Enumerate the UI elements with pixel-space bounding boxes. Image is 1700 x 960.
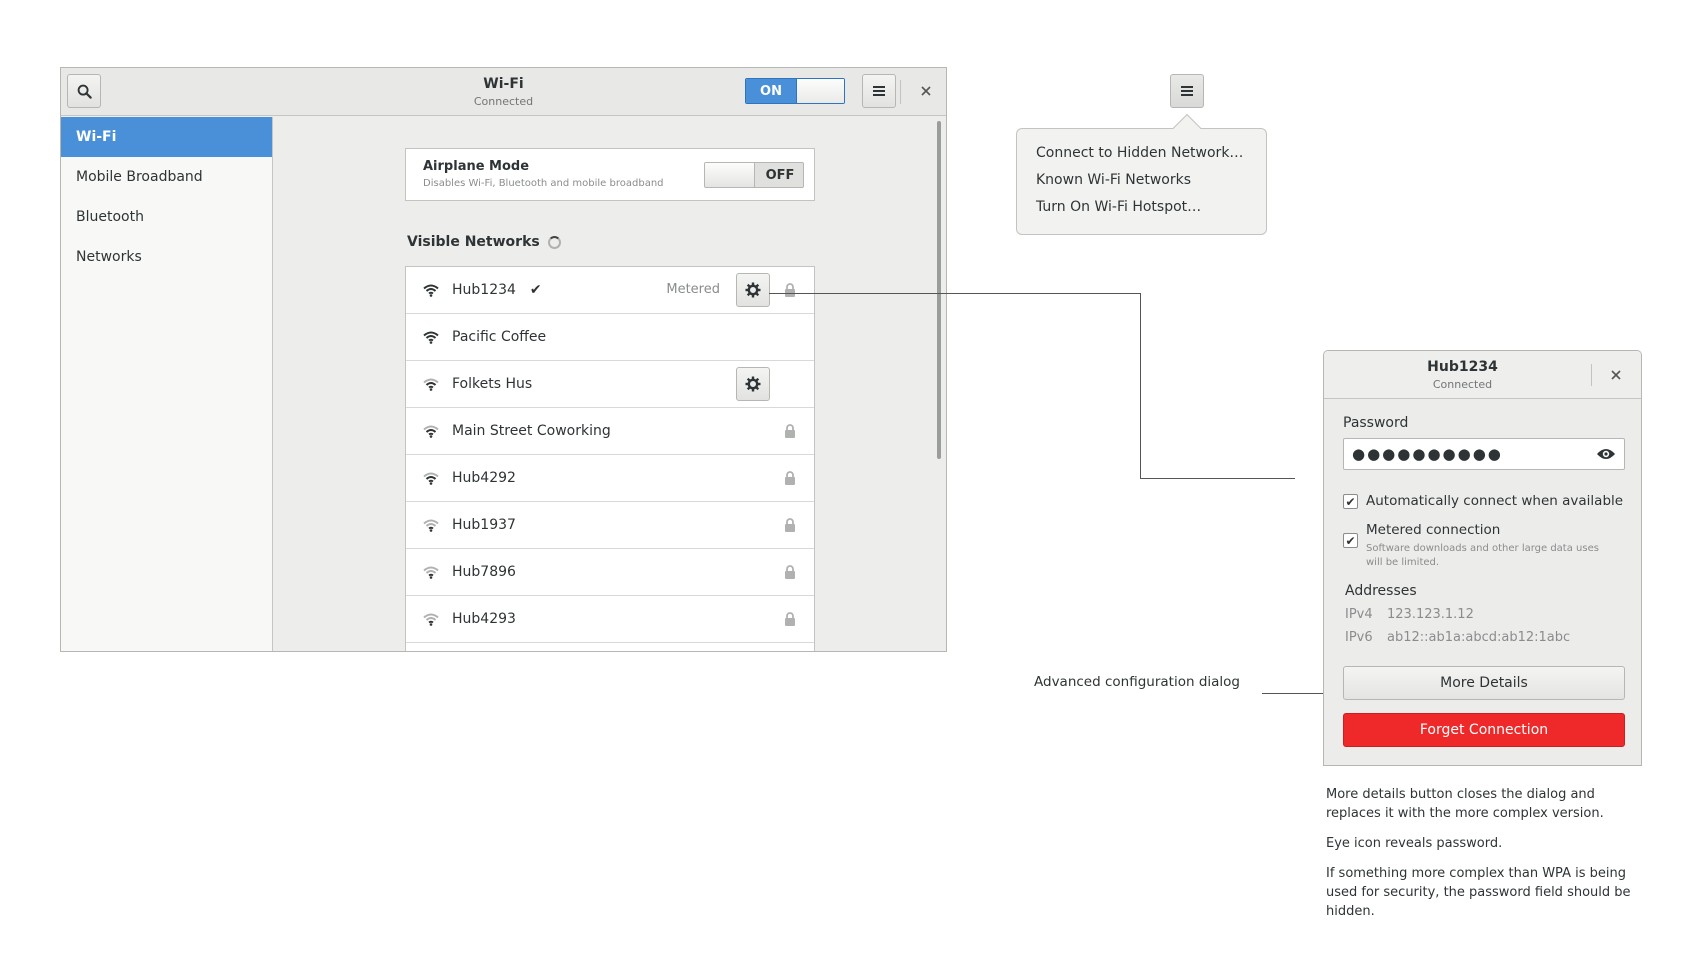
- network-name: Hub4293: [452, 611, 516, 627]
- sidebar-item-networks[interactable]: Networks: [61, 237, 272, 277]
- network-row-hub4292[interactable]: Hub4292: [406, 455, 814, 502]
- lock-icon: [785, 565, 795, 579]
- network-name: Folkets Hus: [452, 376, 533, 392]
- network-list: Hub1234 ✔ Metered Pacific Coffee Folkets…: [405, 266, 815, 651]
- sidebar-item-wifi[interactable]: Wi-Fi: [61, 117, 272, 157]
- ipv6-label: IPv6: [1345, 630, 1373, 645]
- more-details-button[interactable]: More Details: [1343, 666, 1625, 700]
- wifi-signal-icon: [422, 283, 440, 297]
- ipv6-value: ab12::ab1a:abcd:ab12:1abc: [1387, 630, 1571, 645]
- gear-icon: [745, 376, 761, 392]
- network-name: Hub7896: [452, 564, 516, 580]
- gear-icon: [745, 282, 761, 298]
- popover-menu-button[interactable]: [1170, 74, 1204, 108]
- forget-connection-button[interactable]: Forget Connection: [1343, 713, 1625, 747]
- network-name: Main Street Coworking: [452, 423, 611, 439]
- connector-line: [1140, 293, 1141, 479]
- eye-icon[interactable]: [1596, 447, 1616, 461]
- menu-button[interactable]: [862, 74, 896, 108]
- airplane-mode-title: Airplane Mode: [423, 159, 530, 174]
- metered-label: Metered: [666, 282, 720, 297]
- metered-label: Metered connection: [1366, 522, 1501, 538]
- sidebar-item-bluetooth[interactable]: Bluetooth: [61, 197, 272, 237]
- network-name: Hub1937: [452, 517, 516, 533]
- wifi-signal-icon: [422, 565, 440, 579]
- wifi-toggle[interactable]: ON: [745, 78, 845, 104]
- password-label: Password: [1343, 415, 1409, 431]
- metered-description: Software downloads and other large data …: [1366, 543, 1599, 568]
- network-settings-button[interactable]: [736, 367, 770, 401]
- network-settings-button[interactable]: [736, 273, 770, 307]
- close-button[interactable]: [916, 81, 936, 101]
- auto-connect-checkbox[interactable]: ✔: [1343, 494, 1358, 509]
- menu-item-known-networks[interactable]: Known Wi-Fi Networks: [1036, 172, 1247, 199]
- spinner-icon: [547, 235, 561, 249]
- airplane-mode-subtitle: Disables Wi-Fi, Bluetooth and mobile bro…: [423, 178, 664, 189]
- wifi-signal-icon: [422, 377, 440, 391]
- sidebar-item-mobile-broadband[interactable]: Mobile Broadband: [61, 157, 272, 197]
- scrollbar[interactable]: [937, 121, 941, 459]
- dialog-close-button[interactable]: [1606, 365, 1626, 385]
- wifi-signal-icon: [422, 330, 440, 344]
- airplane-mode-toggle[interactable]: OFF: [704, 162, 804, 188]
- connector-line: [769, 293, 1141, 294]
- lock-icon: [785, 612, 795, 626]
- dialog-title: Hub1234: [1427, 359, 1498, 375]
- airplane-toggle-knob: [705, 163, 755, 187]
- addresses-title: Addresses: [1345, 583, 1417, 599]
- ipv4-value: 123.123.1.12: [1387, 607, 1474, 622]
- network-name: Pacific Coffee: [452, 329, 547, 345]
- design-notes: More details button closes the dialog an…: [1326, 785, 1636, 932]
- header-separator: [900, 80, 901, 104]
- airplane-mode-row: Airplane Mode Disables Wi-Fi, Bluetooth …: [405, 148, 815, 201]
- network-row-pacific-coffee[interactable]: Pacific Coffee: [406, 314, 814, 361]
- header-bar: Wi-Fi Connected ON: [61, 68, 946, 116]
- dialog-header-separator: [1591, 364, 1592, 386]
- settings-window: Wi-Fi Connected ON Wi-Fi Mobile Broadban…: [60, 67, 947, 652]
- wifi-signal-icon: [422, 471, 440, 485]
- lock-icon: [785, 424, 795, 438]
- password-value: ●●●●●●●●●●: [1352, 445, 1503, 463]
- wifi-signal-icon: [422, 612, 440, 626]
- metered-checkbox[interactable]: ✔: [1343, 533, 1358, 548]
- airplane-toggle-label: OFF: [765, 167, 795, 183]
- ipv4-label: IPv4: [1345, 607, 1373, 622]
- design-note: If something more complex than WPA is be…: [1326, 866, 1631, 919]
- network-name: Hub4292: [452, 470, 516, 486]
- password-field[interactable]: ●●●●●●●●●●: [1343, 438, 1625, 470]
- close-icon: [1611, 370, 1621, 380]
- design-note: More details button closes the dialog an…: [1326, 787, 1604, 821]
- checkmark-icon: ✔: [529, 282, 542, 298]
- network-row-hub4293[interactable]: Hub4293: [406, 596, 814, 643]
- dialog-subtitle: Connected: [1432, 378, 1493, 391]
- visible-networks-title: Visible Networks: [407, 234, 540, 250]
- connector-line: [1140, 478, 1295, 479]
- lock-icon: [785, 471, 795, 485]
- network-row-main-street-coworking[interactable]: Main Street Coworking: [406, 408, 814, 455]
- advanced-config-annotation: Advanced configuration dialog: [1034, 674, 1240, 690]
- visible-networks-heading: Visible Networks: [407, 234, 561, 250]
- lock-icon: [785, 283, 795, 297]
- auto-connect-label: Automatically connect when available: [1366, 493, 1624, 509]
- hamburger-icon: [1181, 86, 1193, 96]
- network-details-dialog: Hub1234 Connected Password ●●●●●●●●●● ✔ …: [1323, 350, 1642, 766]
- sidebar: Wi-Fi Mobile Broadband Bluetooth Network…: [61, 117, 273, 651]
- wifi-signal-icon: [422, 424, 440, 438]
- network-row-hub1234[interactable]: Hub1234 ✔ Metered: [406, 267, 814, 314]
- design-note: Eye icon reveals password.: [1326, 836, 1503, 851]
- dialog-header: Hub1234 Connected: [1324, 351, 1641, 399]
- menu-popover: Connect to Hidden Network… Known Wi-Fi N…: [1016, 128, 1267, 235]
- menu-item-connect-hidden[interactable]: Connect to Hidden Network…: [1036, 145, 1247, 172]
- wifi-toggle-knob: [796, 79, 844, 103]
- wifi-toggle-label: ON: [746, 79, 796, 103]
- lock-icon: [785, 518, 795, 532]
- wifi-signal-icon: [422, 518, 440, 532]
- network-row-folkets-hus[interactable]: Folkets Hus: [406, 361, 814, 408]
- network-row-hub7896[interactable]: Hub7896: [406, 549, 814, 596]
- network-name: Hub1234: [452, 282, 516, 298]
- close-icon: [921, 86, 931, 96]
- network-row-hub1937[interactable]: Hub1937: [406, 502, 814, 549]
- hamburger-icon: [873, 86, 885, 96]
- menu-item-hotspot[interactable]: Turn On Wi-Fi Hotspot…: [1036, 199, 1247, 226]
